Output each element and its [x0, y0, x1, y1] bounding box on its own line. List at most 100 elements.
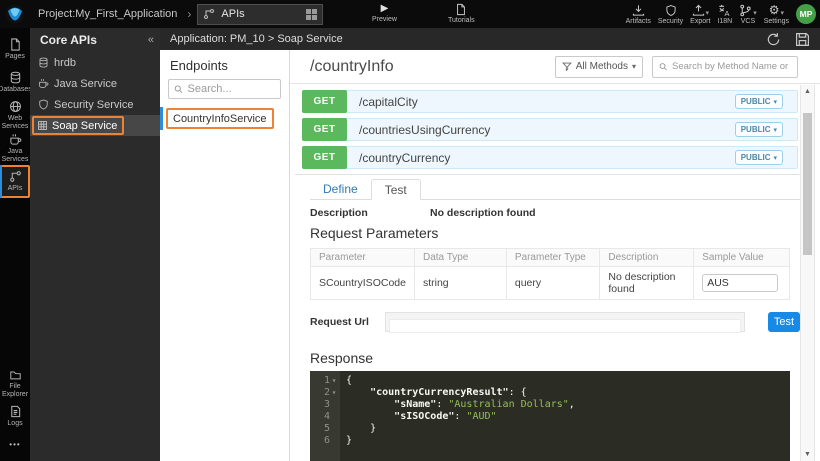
- request-parameters-table: Parameter Data Type Parameter Type Descr…: [310, 248, 790, 300]
- request-url-input[interactable]: [389, 319, 741, 333]
- core-apis-title: Core APIs: [40, 33, 148, 47]
- save-icon[interactable]: [795, 32, 810, 47]
- rail-bottom-group: File Explorer Logs •••: [0, 367, 30, 461]
- core-api-item-java-service[interactable]: Java Service: [30, 73, 160, 94]
- response-title: Response: [310, 350, 800, 366]
- grid-icon[interactable]: [306, 9, 317, 20]
- column-header: Data Type: [414, 249, 506, 267]
- funnel-icon: [562, 62, 572, 72]
- play-icon: ▶: [381, 3, 389, 15]
- breadcrumb: Application: PM_10 > Soap Service: [170, 33, 766, 45]
- method-search[interactable]: [652, 56, 798, 78]
- endpoint-row[interactable]: GET /capitalCity PUBLIC ▾: [302, 90, 798, 113]
- endpoints-panel: Endpoints CountryInfoService: [160, 50, 290, 461]
- access-dropdown[interactable]: PUBLIC ▾: [735, 94, 783, 109]
- left-rail: Pages Databases Web Services Java Servic…: [0, 28, 30, 461]
- table-row: SCountryISOCode string query No descript…: [311, 267, 790, 300]
- request-url-label: Request Url: [310, 316, 385, 328]
- test-button[interactable]: Test: [768, 312, 800, 332]
- service-header: /countryInfo All Methods ▾: [290, 50, 820, 84]
- endpoint-path: /countriesUsingCurrency: [359, 123, 490, 137]
- data-type-cell: string: [414, 267, 506, 300]
- database-icon: [9, 71, 22, 84]
- chevron-down-icon: ▾: [780, 10, 784, 17]
- endpoints-search-input[interactable]: [188, 83, 275, 95]
- chevron-down-icon: ▾: [632, 62, 636, 71]
- core-api-item-security-service[interactable]: Security Service: [30, 94, 160, 115]
- methods-filter-dropdown[interactable]: All Methods ▾: [555, 56, 643, 78]
- parameter-type-cell: query: [506, 267, 600, 300]
- artifacts-button[interactable]: Artifacts: [626, 4, 651, 25]
- sidebar-item-file-explorer[interactable]: File Explorer: [0, 367, 30, 400]
- column-header: Parameter: [311, 249, 415, 267]
- sidebar-item-pages[interactable]: Pages: [0, 33, 30, 66]
- endpoint-path: /capitalCity: [359, 95, 418, 109]
- project-name[interactable]: Project:My_First_Application: [38, 8, 177, 20]
- divider: [295, 174, 805, 175]
- sidebar-item-web-services[interactable]: Web Services: [0, 99, 30, 132]
- sample-value-input[interactable]: [702, 274, 778, 292]
- search-icon: [659, 62, 668, 72]
- method-search-input[interactable]: [672, 61, 791, 72]
- vcs-button[interactable]: ▾ VCS: [739, 4, 757, 25]
- core-api-item-soap-service[interactable]: Soap Service: [30, 115, 160, 136]
- main-content: /countryInfo All Methods ▾ GET /capitalC…: [290, 50, 820, 461]
- tab-define[interactable]: Define: [310, 179, 371, 199]
- scroll-down-arrow[interactable]: ▼: [801, 448, 814, 461]
- ellipsis-icon: •••: [9, 440, 20, 449]
- scrollbar-thumb[interactable]: [803, 113, 812, 255]
- chevron-right-icon: ›: [187, 7, 191, 21]
- sidebar-item-java-services[interactable]: Java Services: [0, 132, 30, 165]
- export-button[interactable]: ▾ Export: [690, 4, 710, 25]
- request-url-row: Request Url Test: [310, 312, 800, 332]
- svg-text:A: A: [725, 9, 730, 17]
- folder-icon: [9, 369, 22, 381]
- core-api-item-hrdb[interactable]: hrdb: [30, 52, 160, 73]
- column-header: Sample Value: [694, 249, 790, 267]
- collapse-panel-icon[interactable]: «: [148, 34, 154, 46]
- vertical-scrollbar[interactable]: ▲ ▼: [800, 85, 815, 461]
- endpoint-service-item[interactable]: CountryInfoService: [160, 108, 289, 129]
- scroll-up-arrow[interactable]: ▲: [801, 85, 814, 98]
- description-label: Description: [310, 207, 430, 219]
- core-apis-panel: Core APIs « hrdb Java Service Security S…: [30, 28, 160, 461]
- endpoint-row[interactable]: GET /countriesUsingCurrency PUBLIC ▾: [302, 118, 798, 141]
- chevron-down-icon: ▾: [753, 10, 757, 17]
- response-code-editor[interactable]: 1▾ 2▾ 3 4 5 6 { "countryCurrencyResult":…: [310, 371, 790, 461]
- translate-icon: A: [718, 4, 731, 17]
- database-icon: [38, 57, 49, 68]
- wavemaker-logo[interactable]: [0, 0, 30, 28]
- chevron-down-icon: ▾: [706, 10, 710, 17]
- method-badge: GET: [302, 90, 347, 113]
- more-options-button[interactable]: •••: [0, 433, 30, 455]
- editor-code: { "countryCurrencyResult": { "sName": "A…: [340, 371, 790, 461]
- service-title: /countryInfo: [310, 58, 546, 76]
- user-avatar[interactable]: MP: [796, 4, 816, 24]
- search-icon: [174, 84, 184, 95]
- i18n-button[interactable]: A I18N: [717, 4, 732, 25]
- endpoint-row[interactable]: GET /countryCurrency PUBLIC ▾: [302, 146, 798, 169]
- tab-test[interactable]: Test: [371, 179, 421, 200]
- fold-icon[interactable]: ▾: [330, 375, 338, 387]
- refresh-icon[interactable]: [766, 32, 781, 47]
- editor-gutter: 1▾ 2▾ 3 4 5 6: [310, 371, 340, 461]
- access-dropdown[interactable]: PUBLIC ▾: [735, 122, 783, 137]
- sidebar-item-logs[interactable]: Logs: [0, 400, 30, 433]
- gear-icon: ⚙: [769, 4, 780, 17]
- sidebar-item-databases[interactable]: Databases: [0, 66, 30, 99]
- tutorials-button[interactable]: Tutorials: [448, 3, 475, 24]
- security-button[interactable]: Security: [658, 4, 683, 25]
- column-header: Parameter Type: [506, 249, 600, 267]
- apis-tab[interactable]: APIs: [197, 4, 323, 25]
- fold-icon[interactable]: ▾: [330, 387, 338, 399]
- soap-service-icon: [37, 120, 48, 131]
- coffee-icon: [9, 133, 22, 146]
- description-cell: No description found: [600, 267, 694, 300]
- access-dropdown[interactable]: PUBLIC ▾: [735, 150, 783, 165]
- settings-button[interactable]: ⚙ ▾ Settings: [764, 4, 789, 25]
- endpoints-search[interactable]: [168, 79, 281, 99]
- method-badge: GET: [302, 146, 347, 169]
- sidebar-item-apis[interactable]: APIs: [0, 165, 30, 198]
- param-name-cell: SCountryISOCode: [311, 267, 415, 300]
- preview-button[interactable]: ▶ Preview: [372, 3, 397, 23]
